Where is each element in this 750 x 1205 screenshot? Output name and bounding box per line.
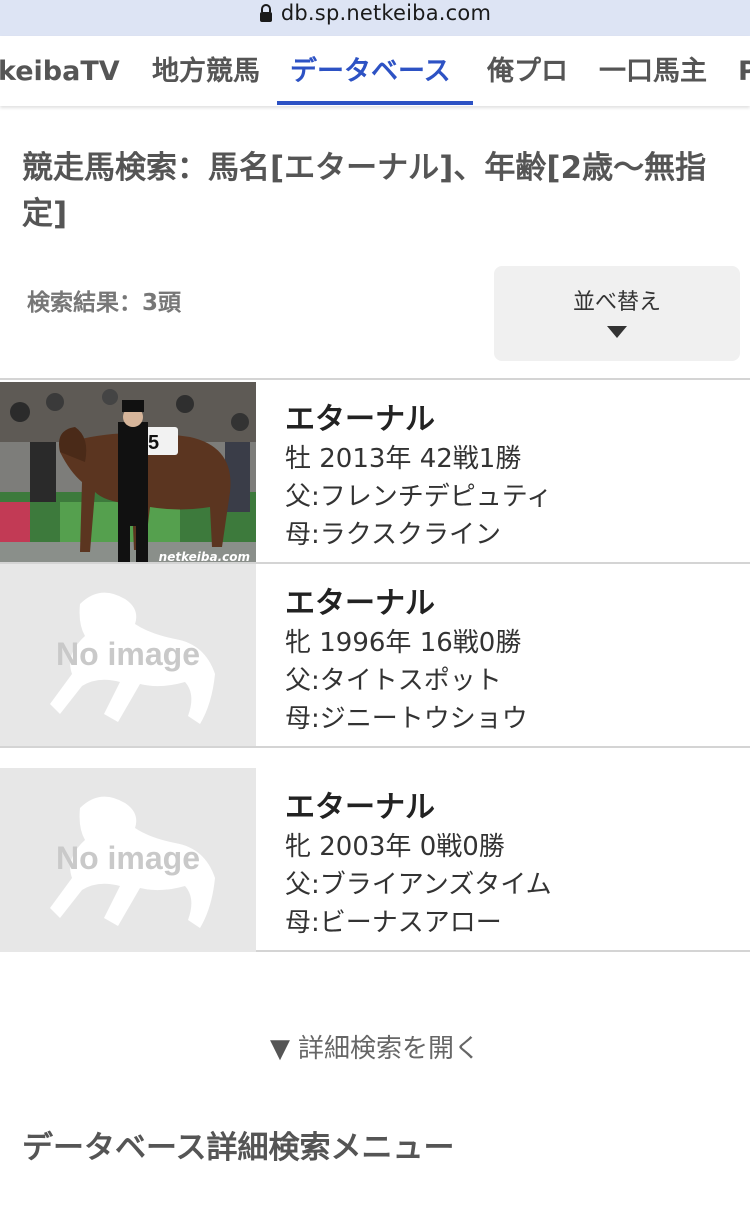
result-row[interactable]: No image エターナル 牝 2003年 0戦0勝 父:ブライアンズタイム …: [0, 746, 750, 952]
horse-dam: 母:ジニートウショウ: [285, 704, 528, 734]
horse-sire: 父:ブライアンズタイム: [285, 870, 552, 900]
no-image-text: No image: [55, 636, 201, 672]
lock-icon: [259, 4, 272, 22]
horse-photo-image: 5: [0, 382, 256, 566]
caret-down-icon: [607, 326, 627, 338]
detail-search-label: 詳細検索を開く: [297, 1034, 480, 1064]
active-tab-indicator: [277, 101, 473, 105]
result-row[interactable]: No image エターナル 牝 1996年 16戦0勝 父:タイトスポット 母…: [0, 562, 750, 748]
tab-next[interactable]: P: [738, 36, 750, 106]
no-image-text: No image: [55, 840, 201, 876]
triangle-down-icon: ▼: [269, 1034, 290, 1064]
horse-sire: 父:フレンチデピュティ: [285, 482, 553, 512]
tab-keibatv[interactable]: keibaTV: [0, 36, 120, 106]
horse-name[interactable]: エターナル: [285, 782, 435, 826]
horse-dam: 母:ビーナスアロー: [285, 908, 502, 938]
sort-label: 並べ替え: [572, 290, 661, 315]
page-title: 競走馬検索：馬名[エターナル]、年齢[2歳〜無指定]: [22, 150, 707, 232]
horse-sire: 父:タイトスポット: [285, 666, 502, 696]
horse-info: 牡 2013年 42戦1勝: [285, 444, 522, 474]
result-row[interactable]: 5 netkeiba.com エターナル 牡 2013年 42戦1勝 父:フレン…: [0, 378, 750, 566]
horse-photo[interactable]: 5 netkeiba.com: [0, 382, 256, 566]
detail-search-toggle[interactable]: ▼ 詳細検索を開く: [0, 1028, 750, 1065]
svg-text:5: 5: [148, 432, 159, 454]
horse-info: 牝 1996年 16戦0勝: [285, 628, 522, 658]
horse-info: 牝 2003年 0戦0勝: [285, 832, 505, 862]
browser-url-bar[interactable]: db.sp.netkeiba.com: [0, 0, 750, 36]
result-count: 検索結果：3頭: [27, 290, 182, 316]
url-text: db.sp.netkeiba.com: [280, 1, 492, 25]
tab-chiho-keiba[interactable]: 地方競馬: [152, 36, 260, 106]
horse-photo-placeholder[interactable]: No image: [0, 564, 256, 748]
horse-name[interactable]: エターナル: [285, 394, 435, 438]
tab-hitokuchi[interactable]: 一口馬主: [599, 36, 707, 106]
horse-dam: 母:ラクスクライン: [285, 520, 501, 550]
tab-orepro[interactable]: 俺プロ: [487, 36, 568, 106]
tab-database[interactable]: データベース: [290, 36, 451, 106]
top-nav: keibaTV 地方競馬 データベース 俺プロ 一口馬主 P: [0, 36, 750, 106]
horse-name[interactable]: エターナル: [285, 578, 435, 622]
horse-photo-placeholder[interactable]: No image: [0, 768, 256, 952]
section-title: データベース詳細検索メニュー: [22, 1130, 455, 1166]
sort-button[interactable]: 並べ替え: [494, 266, 740, 361]
